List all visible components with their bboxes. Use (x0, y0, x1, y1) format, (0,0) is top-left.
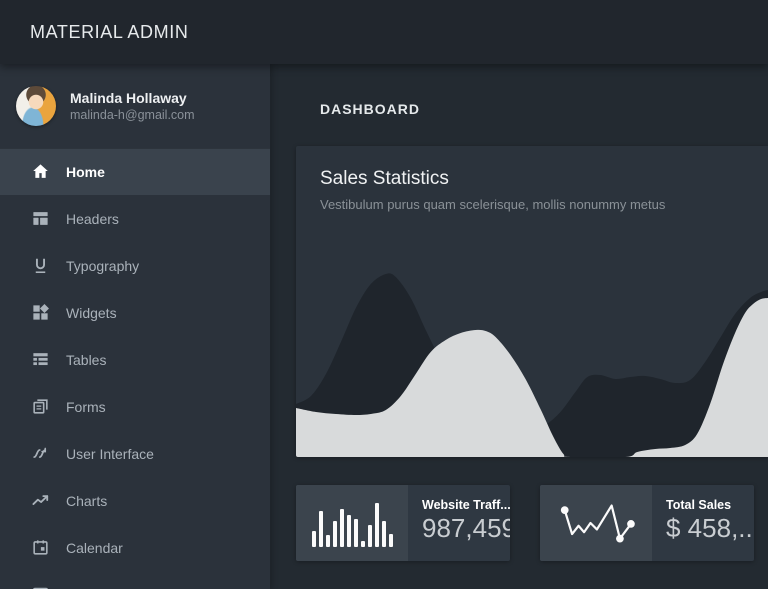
sidebar-item-label: Headers (66, 211, 119, 227)
photo-gallery-icon (30, 585, 50, 589)
card-subtitle: Vestibulum purus quam scelerisque, molli… (296, 190, 768, 212)
widget-value: $ 458,... (666, 513, 754, 544)
charts-icon (30, 491, 50, 511)
website-traffic-widget: Website Traff... 987,459 (296, 485, 510, 561)
sidebar-item-photo-gallery[interactable]: Photo Gallery (0, 571, 270, 589)
sidebar-item-label: User Interface (66, 446, 154, 462)
sidebar-item-widgets[interactable]: Widgets (0, 289, 270, 336)
page-title: DASHBOARD (320, 101, 768, 117)
sidebar-item-typography[interactable]: Typography (0, 242, 270, 289)
widget-label: Website Traff... (422, 498, 510, 512)
sidebar-item-label: Tables (66, 352, 106, 368)
forms-icon (30, 397, 50, 417)
sidebar: Malinda Hollaway malinda-h@gmail.com Hom… (0, 64, 270, 589)
sidebar-item-label: Calendar (66, 540, 123, 556)
widget-label: Total Sales (666, 498, 754, 512)
line-sparkline-icon (540, 485, 652, 561)
sidebar-item-charts[interactable]: Charts (0, 477, 270, 524)
user-interface-icon (30, 444, 50, 464)
home-icon (30, 162, 50, 182)
user-profile[interactable]: Malinda Hollaway malinda-h@gmail.com (0, 64, 270, 148)
avatar (16, 86, 56, 126)
sidebar-item-label: Forms (66, 399, 106, 415)
typography-icon (30, 256, 50, 276)
sidebar-item-label: Widgets (66, 305, 117, 321)
calendar-icon (30, 538, 50, 558)
widgets-icon (30, 303, 50, 323)
card-title: Sales Statistics (296, 146, 768, 190)
headers-icon (30, 209, 50, 229)
sidebar-item-tables[interactable]: Tables (0, 336, 270, 383)
app-title: MATERIAL ADMIN (30, 22, 188, 43)
sidebar-item-home[interactable]: Home (0, 148, 270, 195)
sidebar-menu: Home Headers Typography Widgets Tables Forms U… (0, 148, 270, 589)
sidebar-item-user-interface[interactable]: User Interface (0, 430, 270, 477)
total-sales-widget: Total Sales $ 458,... (540, 485, 754, 561)
tables-icon (30, 350, 50, 370)
bar-sparkline-icon (296, 485, 408, 561)
main-content: DASHBOARD Sales Statistics Vestibulum pu… (270, 64, 768, 589)
profile-name: Malinda Hollaway (70, 89, 195, 107)
topbar: MATERIAL ADMIN (0, 0, 768, 64)
sidebar-item-label: Charts (66, 493, 107, 509)
sales-area-chart (296, 246, 768, 457)
stat-widgets-row: Website Traff... 987,459 Total Sales $ 4… (296, 485, 768, 561)
sidebar-item-calendar[interactable]: Calendar (0, 524, 270, 571)
sidebar-item-headers[interactable]: Headers (0, 195, 270, 242)
sidebar-item-forms[interactable]: Forms (0, 383, 270, 430)
sales-statistics-card: Sales Statistics Vestibulum purus quam s… (296, 146, 768, 457)
sidebar-item-label: Home (66, 164, 105, 180)
widget-value: 987,459 (422, 513, 510, 544)
profile-email: malinda-h@gmail.com (70, 107, 195, 124)
sidebar-item-label: Typography (66, 258, 139, 274)
